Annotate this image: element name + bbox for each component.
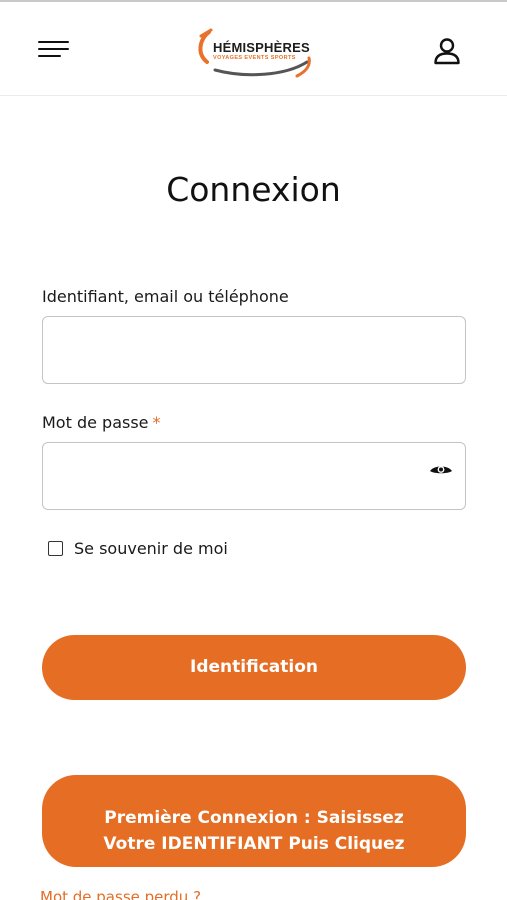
password-label: Mot de passe * [42, 413, 161, 432]
password-label-text: Mot de passe [42, 413, 149, 432]
login-page: HÉMISPHÈRES VOYAGES EVENTS SPORTS Connex… [0, 0, 507, 900]
site-header: HÉMISPHÈRES VOYAGES EVENTS SPORTS [0, 0, 507, 96]
user-account-icon[interactable] [432, 36, 462, 66]
first-login-line1: Première Connexion : Saisissez [104, 807, 404, 828]
logo-tagline: VOYAGES EVENTS SPORTS [213, 55, 296, 61]
required-marker: * [152, 413, 161, 432]
identifier-label: Identifiant, email ou téléphone [42, 287, 289, 306]
page-title: Connexion [166, 170, 341, 209]
remember-me-label[interactable]: Se souvenir de moi [74, 539, 228, 558]
forgot-password-link[interactable]: Mot de passe perdu ? [40, 888, 201, 900]
identifier-input[interactable] [42, 316, 466, 384]
identification-button[interactable]: Identification [42, 635, 466, 700]
remember-me-row: Se souvenir de moi [48, 537, 228, 559]
logo-brand-text: HÉMISPHÈRES [213, 40, 310, 55]
password-input[interactable] [42, 442, 466, 510]
remember-me-checkbox[interactable] [48, 540, 63, 556]
eye-icon[interactable] [428, 462, 454, 480]
hamburger-menu-icon[interactable] [38, 40, 70, 62]
first-login-button[interactable]: Première Connexion : Saisissez Votre IDE… [42, 775, 466, 867]
first-login-line2: Votre IDENTIFIANT Puis Cliquez [103, 833, 405, 854]
hemispheres-logo[interactable]: HÉMISPHÈRES VOYAGES EVENTS SPORTS [195, 26, 315, 84]
